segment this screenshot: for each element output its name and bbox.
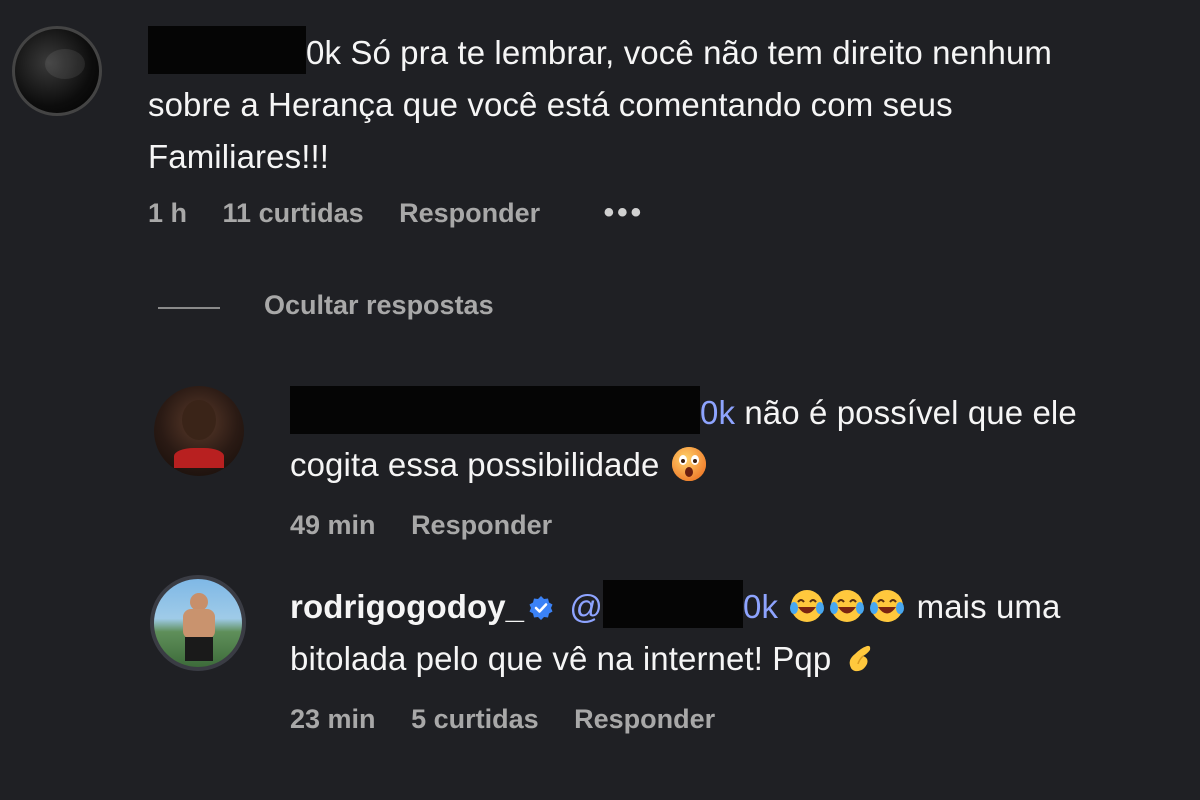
reply-text: 0k não é possível que ele cogita essa po… bbox=[290, 386, 1170, 491]
mention-suffix[interactable]: 0k bbox=[700, 394, 735, 431]
reply-button[interactable]: Responder bbox=[411, 510, 552, 540]
laughing-tears-icon bbox=[830, 590, 865, 622]
comment-line-1: Só pra te lembrar, você não tem direito … bbox=[350, 34, 1052, 71]
redacted-username[interactable] bbox=[290, 386, 700, 434]
comment-time: 1 h bbox=[148, 198, 188, 228]
astonished-face-icon bbox=[671, 447, 706, 481]
more-options-icon[interactable]: ••• bbox=[604, 196, 645, 229]
pinching-hand-icon bbox=[849, 645, 870, 672]
reply-text: rodrigogodoy_ @0k mais uma bitolada pelo… bbox=[290, 580, 1170, 685]
verified-badge-icon bbox=[529, 596, 553, 620]
reply-username[interactable]: rodrigogodoy_ bbox=[290, 588, 524, 625]
comment-line-2: sobre a Herança que você está comentando… bbox=[148, 86, 953, 123]
laughing-tears-icon bbox=[790, 590, 825, 622]
comment-text: 0k Só pra te lembrar, você não tem direi… bbox=[148, 26, 1168, 183]
reply-meta: 49 min Responder bbox=[290, 510, 580, 541]
likes-count[interactable]: 11 curtidas bbox=[223, 198, 364, 228]
hide-replies-label[interactable]: Ocultar respostas bbox=[264, 290, 494, 321]
avatar[interactable] bbox=[154, 386, 244, 476]
redacted-mention[interactable] bbox=[603, 580, 744, 628]
reply-button[interactable]: Responder bbox=[574, 704, 715, 734]
redacted-username[interactable] bbox=[148, 26, 306, 74]
reply-line-1: mais uma bbox=[916, 588, 1061, 625]
reply-line-2: cogita essa possibilidade bbox=[290, 446, 660, 483]
reply-line-2: bitolada pelo que vê na internet! Pqp bbox=[290, 640, 832, 677]
mention-prefix[interactable]: @ bbox=[569, 588, 603, 625]
avatar[interactable] bbox=[12, 26, 102, 116]
laughing-tears-icon bbox=[870, 590, 905, 622]
reply-time: 49 min bbox=[290, 510, 376, 540]
mention-suffix[interactable]: 0k bbox=[743, 588, 778, 625]
divider-line bbox=[158, 307, 220, 309]
comment-line-3: Familiares!!! bbox=[148, 138, 329, 175]
username-suffix: 0k bbox=[306, 34, 342, 71]
likes-count[interactable]: 5 curtidas bbox=[411, 704, 539, 734]
avatar[interactable] bbox=[150, 575, 246, 671]
reply-meta: 23 min 5 curtidas Responder bbox=[290, 704, 743, 735]
comment-meta: 1 h 11 curtidas Responder ••• bbox=[148, 196, 672, 230]
reply-line-1: não é possível que ele bbox=[744, 394, 1077, 431]
reply-button[interactable]: Responder bbox=[399, 198, 540, 228]
reply-time: 23 min bbox=[290, 704, 376, 734]
